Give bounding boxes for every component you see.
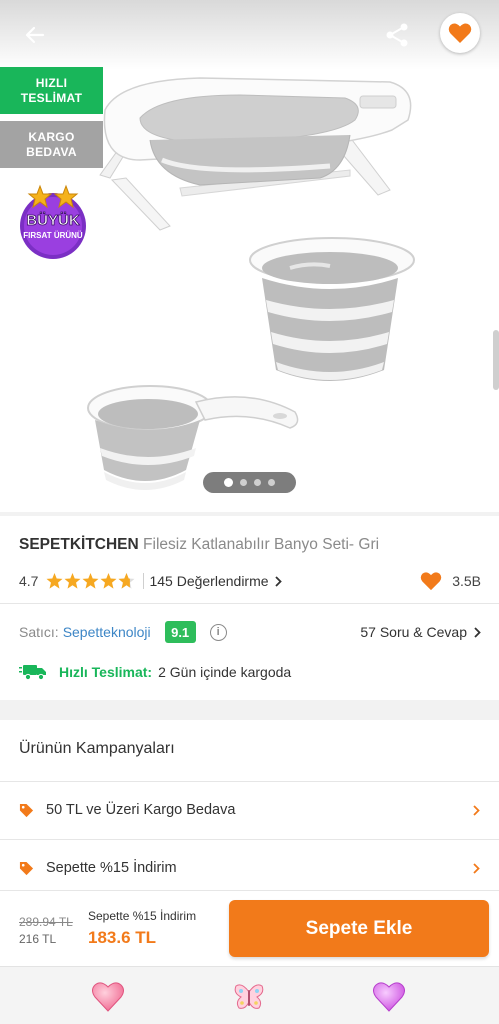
seller-name-link[interactable]: Sepetteknoloji [63,624,151,640]
product-detail-screen: HIZLI TESLİMAT KARGO BEDAVA BÜYÜK FIRSAT… [0,0,499,1024]
campaign-item[interactable]: 50 TL ve Üzeri Kargo Bedava [0,781,499,839]
product-gallery[interactable]: HIZLI TESLİMAT KARGO BEDAVA BÜYÜK FIRSAT… [0,0,499,512]
fast-delivery-badge: HIZLI TESLİMAT [0,67,103,114]
purchase-bar: 289.94 TL 216 TL Sepette %15 İndirim 183… [0,890,499,966]
campaigns-section: Ürünün Kampanyaları 50 TL ve Üzeri Kargo… [0,720,499,890]
reviews-label: 145 Değerlendirme [149,573,269,589]
seller-score-badge: 9.1 [164,621,196,643]
big-opportunity-badge: BÜYÜK FIRSAT ÜRÜNÜ [20,184,86,259]
chevron-right-icon [274,575,282,587]
seller-label: Satıcı: [19,624,59,640]
favorite-button[interactable] [440,13,480,53]
star-half-icon [118,573,135,589]
back-button[interactable] [18,18,52,52]
product-title: SEPETKİTCHEN Filesiz Katlanabılır Banyo … [19,536,379,554]
campaign-label: 50 TL ve Üzeri Kargo Bedava [46,802,236,818]
header-shade [0,0,499,70]
share-button[interactable] [380,18,414,52]
seller-row: Satıcı: Sepetteknoloji 9.1 i 57 Soru & C… [19,620,481,644]
product-info-card: SEPETKİTCHEN Filesiz Katlanabılır Banyo … [0,516,499,700]
chevron-right-icon [474,626,481,638]
heart-icon [420,572,442,591]
heart-icon[interactable] [91,980,125,1014]
scroll-indicator [493,330,499,390]
gallery-pager[interactable] [203,472,296,493]
bottom-nav [0,966,499,1024]
pager-dot[interactable] [254,479,261,486]
favorites-count-value: 3.5B [452,573,481,589]
badge-line: BEDAVA [26,144,77,159]
star-icon [100,573,117,589]
star-icon [82,573,99,589]
tag-icon [19,861,34,875]
campaign-item[interactable]: Sepette %15 İndirim [0,839,499,897]
separator [143,573,145,589]
badge-line: HIZLI [35,75,68,90]
reviews-link[interactable]: 145 Değerlendirme [149,573,282,589]
brand-name[interactable]: SEPETKİTCHEN [19,536,139,553]
badge-line: TESLİMAT [20,90,83,105]
pager-dot[interactable] [268,479,275,486]
tag-icon [19,803,34,817]
rating-row: 4.7 145 Değerlendirme 3.5B [19,570,481,592]
divider [0,603,499,604]
heart-icon [448,23,472,43]
qa-label: 57 Soru & Cevap [360,624,467,640]
promo-label: Sepette %15 İndirim [88,909,197,923]
delivery-truck-icon [19,665,46,681]
free-cargo-badge: KARGO BEDAVA [0,121,103,168]
rating-stars [46,573,135,589]
heart-icon[interactable] [372,980,406,1014]
campaign-label: Sepette %15 İndirim [46,860,177,876]
pager-dot[interactable] [224,478,233,487]
star-icon [64,573,81,589]
big-opportunity-line1: BÜYÜK [26,212,80,229]
badge-line: KARGO [28,129,75,144]
chevron-right-icon [473,862,480,874]
info-icon[interactable]: i [209,623,227,641]
shipping-row: Hızlı Teslimat: 2 Gün içinde kargoda [19,661,291,683]
share-icon [386,23,408,47]
chevron-right-icon [473,804,480,816]
star-icon [46,573,63,589]
favorites-count: 3.5B [420,571,481,591]
product-name: Filesiz Katlanabılır Banyo Seti- Gri [143,536,380,553]
shipping-label: Hızlı Teslimat: [59,664,153,680]
promo-price: 183.6 TL [88,928,157,947]
pager-dot[interactable] [240,479,247,486]
campaigns-title: Ürünün Kampanyaları [19,740,175,757]
add-to-cart-button[interactable]: Sepete Ekle [229,900,489,957]
qa-link[interactable]: 57 Soru & Cevap [360,624,481,640]
butterfly-icon[interactable] [232,980,266,1014]
big-opportunity-line2: FIRSAT ÜRÜNÜ [23,231,83,240]
current-price: 216 TL [19,932,57,946]
rating-value: 4.7 [19,573,39,589]
shipping-value: 2 Gün içinde kargoda [158,664,292,680]
arrow-left-icon [25,26,45,44]
old-price: 289.94 TL [19,915,73,929]
